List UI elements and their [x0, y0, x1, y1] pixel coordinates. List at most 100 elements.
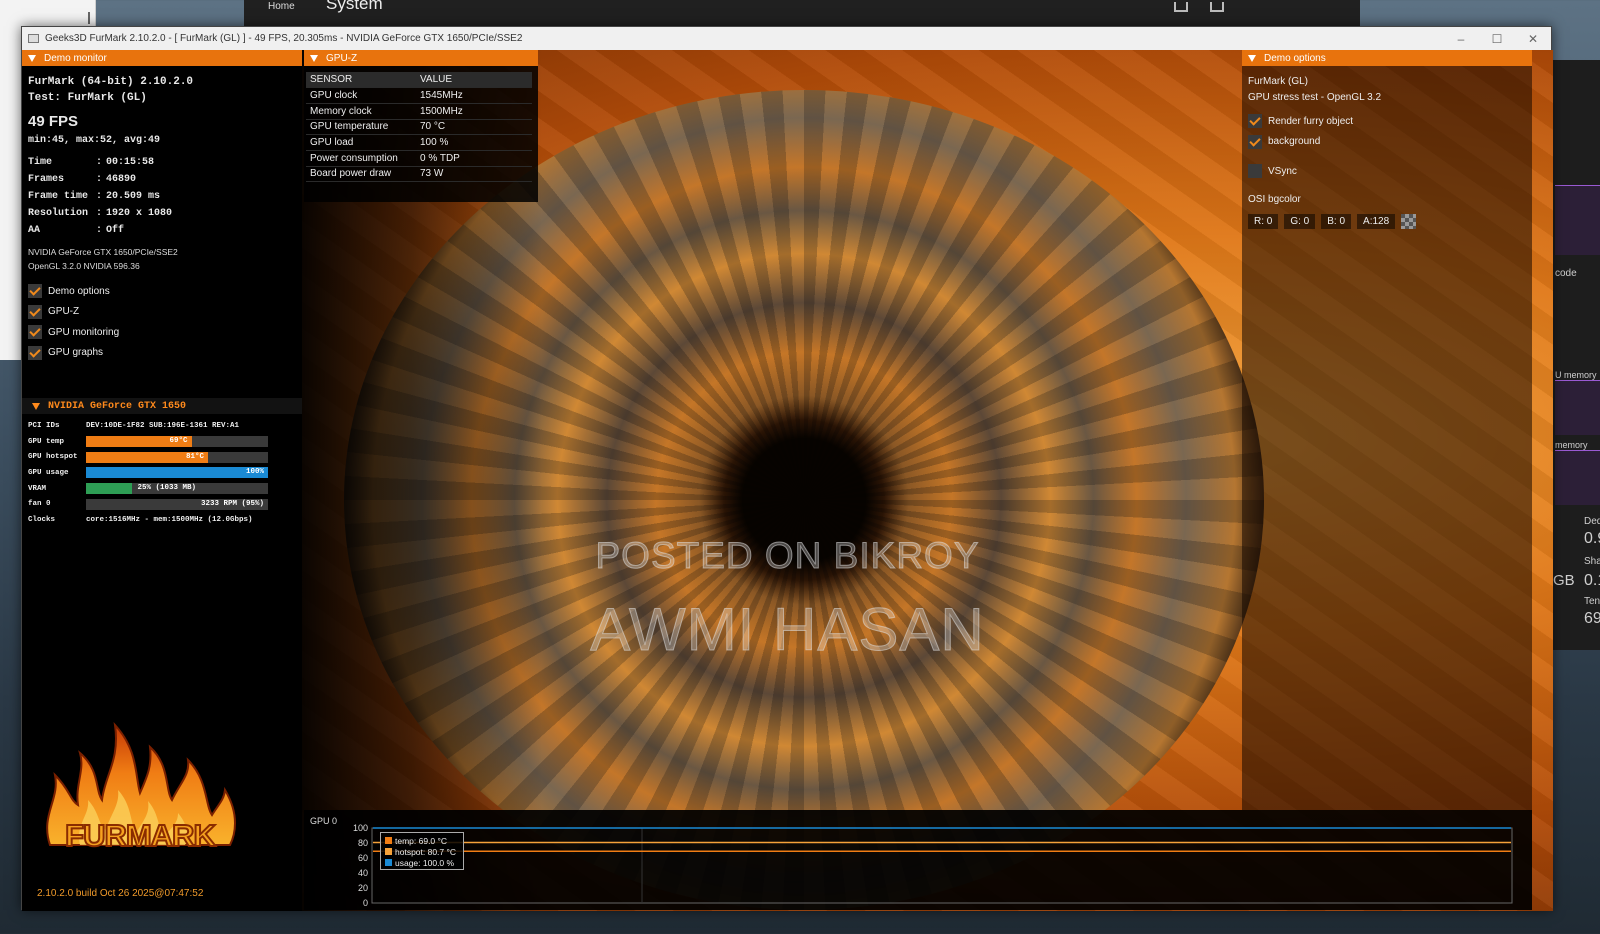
toggle-gpu-graphs[interactable]: GPU graphs	[28, 343, 296, 364]
app-version: FurMark (64-bit) 2.10.2.0	[28, 76, 194, 88]
gpu-z-table: SENSOR VALUE GPU clock 1545MHz Memory clo…	[306, 72, 532, 183]
home-tab[interactable]: Home	[268, 1, 295, 12]
minimize-button[interactable]: –	[1443, 32, 1479, 46]
chat-icon	[1210, 2, 1224, 12]
fps-minmax: min:45, max:52, avg:49	[28, 135, 161, 146]
graph-frame	[371, 827, 1513, 904]
stat-row: Frame time:20.509 ms	[28, 188, 296, 205]
red-input[interactable]: R: 0	[1248, 213, 1279, 229]
checkbox[interactable]	[28, 304, 42, 319]
table-row: Memory clock 1500MHz	[306, 103, 532, 120]
notification-icon	[1174, 2, 1188, 12]
legend-swatch	[385, 859, 392, 866]
toggle-background[interactable]: background	[1248, 132, 1526, 153]
table-row: Board power draw 73 W	[306, 166, 532, 183]
legend-item: usage: 100.0 %	[385, 857, 459, 868]
bar-track: 69°C	[86, 436, 268, 448]
checkbox[interactable]	[1248, 164, 1262, 179]
toggle-render-furry-object[interactable]: Render furry object	[1248, 111, 1526, 132]
demo-monitor-header[interactable]: Demo monitor	[22, 50, 302, 66]
stat-key: Time	[28, 157, 53, 168]
toggle-gpu-monitoring[interactable]: GPU monitoring	[28, 322, 296, 343]
gpu-bar-row: fan 0 3233 RPM (95%)	[22, 496, 302, 512]
blue-input[interactable]: B: 0	[1321, 213, 1352, 229]
build-info: 2.10.2.0 build Oct 26 2025@07:47:52	[37, 888, 204, 899]
stats-list: Time:00:15:58 Frames:46890 Frame time:20…	[28, 154, 296, 239]
collapse-triangle-icon[interactable]	[28, 54, 36, 62]
color-preview-swatch[interactable]	[1401, 213, 1417, 229]
toggle-label: GPU monitoring	[48, 326, 120, 338]
background-label: Sha	[1584, 556, 1600, 567]
stat-key: Frames	[28, 174, 65, 185]
window-title: Geeks3D FurMark 2.10.2.0 - [ FurMark (GL…	[45, 33, 523, 44]
gpu-bar-row: VRAM 25% (1033 MB)	[22, 481, 302, 497]
clocks-label: Clocks	[28, 515, 56, 524]
checkbox[interactable]	[28, 345, 42, 360]
opengl-version: OpenGL 3.2.0 NVIDIA 596.36	[28, 261, 140, 271]
demo-name: FurMark (GL)	[1248, 76, 1308, 87]
demo-options-header[interactable]: Demo options	[1242, 50, 1532, 66]
stat-value: 00:15:58	[106, 157, 155, 168]
bar-label: GPU temp	[28, 437, 65, 446]
bar-value: 81°C	[185, 452, 204, 461]
demo-options-panel: Demo options FurMark (GL) GPU stress tes…	[1242, 50, 1532, 810]
demo-monitor-panel: Demo monitor FurMark (64-bit) 2.10.2.0 T…	[22, 50, 302, 911]
graph-legend: temp: 69.0 °C hotspot: 80.7 °C usage: 10…	[380, 832, 464, 870]
toggle-label: GPU-Z	[48, 306, 80, 318]
legend-label: temp: 69.0 °C	[395, 835, 448, 846]
stat-key: Frame time	[28, 191, 89, 202]
gpu-bar-row: GPU usage 100%	[22, 465, 302, 481]
alpha-input[interactable]: A:128	[1357, 213, 1396, 229]
background-label: code	[1555, 268, 1577, 279]
checkbox[interactable]	[1248, 114, 1262, 129]
y-tick-label: 100	[353, 823, 368, 833]
title-bar[interactable]: Geeks3D FurMark 2.10.2.0 - [ FurMark (GL…	[22, 27, 1551, 50]
toggle-label: Demo options	[48, 285, 110, 297]
collapse-triangle-icon[interactable]	[310, 54, 318, 62]
background-label: U memory	[1555, 370, 1597, 380]
toggle-gpu-z[interactable]: GPU-Z	[28, 302, 296, 323]
toggle-demo-options[interactable]: Demo options	[28, 281, 296, 302]
toggle-label: background	[1268, 136, 1321, 148]
sensor-value: 70 °C	[416, 119, 532, 136]
checkbox[interactable]	[28, 284, 42, 299]
test-name: Test: FurMark (GL)	[28, 92, 147, 104]
bar-track: 25% (1033 MB)	[86, 483, 268, 495]
y-tick-label: 40	[358, 868, 368, 878]
osi-bgcolor-label: OSI bgcolor	[1248, 193, 1301, 205]
clocks-value: core:1516MHz - mem:1500MHz (12.0Gbps)	[86, 515, 253, 524]
gpu-monitor-section: NVIDIA GeForce GTX 1650 PCI IDs DEV:10DE…	[22, 398, 302, 528]
sensor-value: 1545MHz	[416, 87, 532, 104]
bar-fill	[86, 467, 268, 479]
table-row: GPU load 100 %	[306, 134, 532, 151]
checkbox[interactable]	[28, 325, 42, 340]
column-header-value: VALUE	[416, 72, 532, 89]
bar-value: 25% (1033 MB)	[137, 484, 197, 493]
green-input[interactable]: G: 0	[1284, 213, 1316, 229]
legend-item: hotspot: 80.7 °C	[385, 846, 459, 857]
close-button[interactable]: ✕	[1515, 32, 1551, 46]
demo-options-title: Demo options	[1264, 52, 1326, 64]
background-label: memory	[1555, 440, 1588, 450]
sensor-name: Memory clock	[306, 103, 416, 120]
sensor-value: 0 % TDP	[416, 150, 532, 167]
y-tick-label: 0	[363, 898, 368, 908]
background-label: Ded	[1584, 516, 1600, 527]
stat-value: 20.509 ms	[106, 191, 161, 202]
sensor-value: 100 %	[416, 134, 532, 151]
gpu-section-header[interactable]: NVIDIA GeForce GTX 1650	[22, 398, 302, 414]
gpu-name: NVIDIA GeForce GTX 1650	[48, 400, 187, 412]
y-tick-label: 60	[358, 853, 368, 863]
background-label: Ten	[1584, 596, 1600, 607]
table-row: GPU temperature 70 °C	[306, 119, 532, 136]
toggle-vsync[interactable]: VSync	[1248, 161, 1526, 182]
bar-label: GPU usage	[28, 468, 69, 477]
collapse-triangle-icon[interactable]	[32, 402, 40, 410]
checkbox[interactable]	[1248, 134, 1262, 149]
stat-row: Time:00:15:58	[28, 154, 296, 171]
sensor-value: 73 W	[416, 166, 532, 183]
maximize-button[interactable]: ☐	[1479, 32, 1515, 46]
gpu-z-header[interactable]: GPU-Z	[304, 50, 538, 66]
collapse-triangle-icon[interactable]	[1248, 54, 1256, 62]
background-label: 69	[1584, 610, 1600, 627]
